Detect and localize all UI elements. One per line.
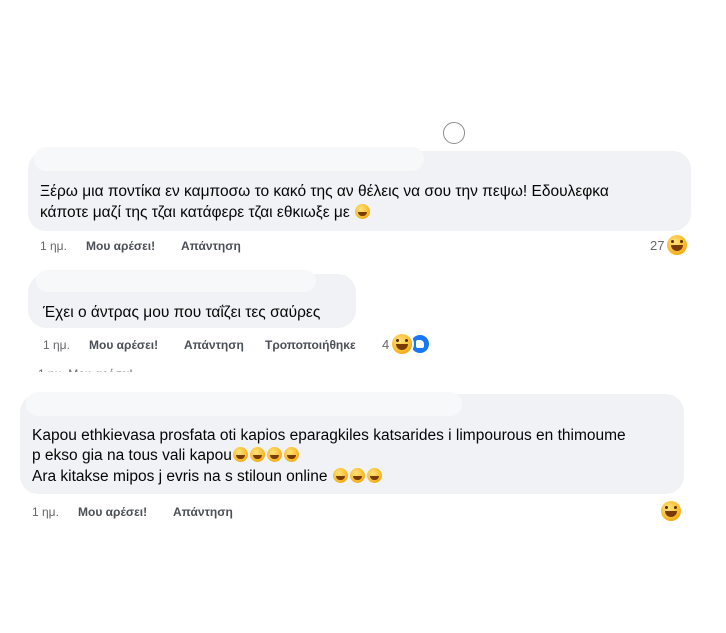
laughing-emoji-icon bbox=[283, 447, 299, 462]
like-button[interactable]: Μου αρέσει! bbox=[86, 239, 155, 253]
partial-actions-row: 1 ημ. Μου αρέσει! bbox=[38, 364, 158, 372]
redacted-author-name bbox=[26, 392, 462, 416]
redacted-author-name bbox=[36, 270, 316, 292]
redacted-author-name bbox=[34, 147, 424, 171]
laughing-emoji-icon bbox=[355, 204, 371, 219]
comment-text-line: κάποτε μαζί της τζαι κατάφερε τζαι εθκιω… bbox=[40, 203, 371, 223]
laughing-face-icon[interactable] bbox=[661, 501, 681, 521]
timestamp[interactable]: 1 ημ. bbox=[40, 239, 67, 253]
reply-button[interactable]: Απάντηση bbox=[184, 338, 244, 352]
comment-actions: 1 ημ. Μου αρέσει! Απάντηση bbox=[32, 505, 432, 521]
laughing-emoji-icon bbox=[266, 447, 282, 462]
reply-button[interactable]: Απάντηση bbox=[173, 505, 233, 519]
comment-text-line: Ara kitakse mipos j evris na s stiloun o… bbox=[32, 467, 383, 487]
laughing-emoji-icon bbox=[332, 468, 348, 483]
laughing-face-icon[interactable] bbox=[392, 334, 412, 354]
comment-text: p ekso gia na tous vali kapou bbox=[32, 447, 232, 464]
reply-button[interactable]: Απάντηση bbox=[181, 239, 241, 253]
like-button[interactable]: Μου αρέσει! bbox=[78, 505, 147, 519]
comment-text-line: Ξέρω μια ποντίκα εν καμποσω το κακό της … bbox=[40, 183, 609, 200]
edited-label: Τροποποιήθηκε bbox=[265, 338, 356, 352]
laughing-emoji-icon bbox=[349, 468, 365, 483]
comment-text-line: Kapou ethkievasa prosfata oti kapios epa… bbox=[32, 427, 626, 444]
reaction-count[interactable]: 4 bbox=[382, 337, 389, 352]
comment-text-line: p ekso gia na tous vali kapou bbox=[32, 446, 300, 466]
timestamp[interactable]: 1 ημ. bbox=[32, 505, 59, 519]
laughing-face-icon[interactable] bbox=[667, 235, 687, 255]
like-thumb-icon[interactable] bbox=[411, 335, 429, 353]
laughing-emoji-icon bbox=[366, 468, 382, 483]
like-button[interactable]: Μου αρέσει! bbox=[89, 338, 158, 352]
laughing-emoji-icon bbox=[232, 447, 248, 462]
comment-text-line: Έχει ο άντρας μου που ταΐζει τες σαύρες bbox=[43, 304, 321, 321]
laughing-emoji-icon bbox=[249, 447, 265, 462]
timestamp[interactable]: 1 ημ. bbox=[43, 338, 70, 352]
reaction-count[interactable]: 27 bbox=[650, 238, 664, 253]
comment-text: κάποτε μαζί της τζαι κατάφερε τζαι εθκιω… bbox=[40, 204, 350, 221]
comment-actions: 1 ημ. Μου αρέσει! Απάντηση bbox=[40, 239, 700, 255]
circle-icon bbox=[443, 122, 465, 144]
comment-text: Ara kitakse mipos j evris na s stiloun o… bbox=[32, 468, 328, 485]
